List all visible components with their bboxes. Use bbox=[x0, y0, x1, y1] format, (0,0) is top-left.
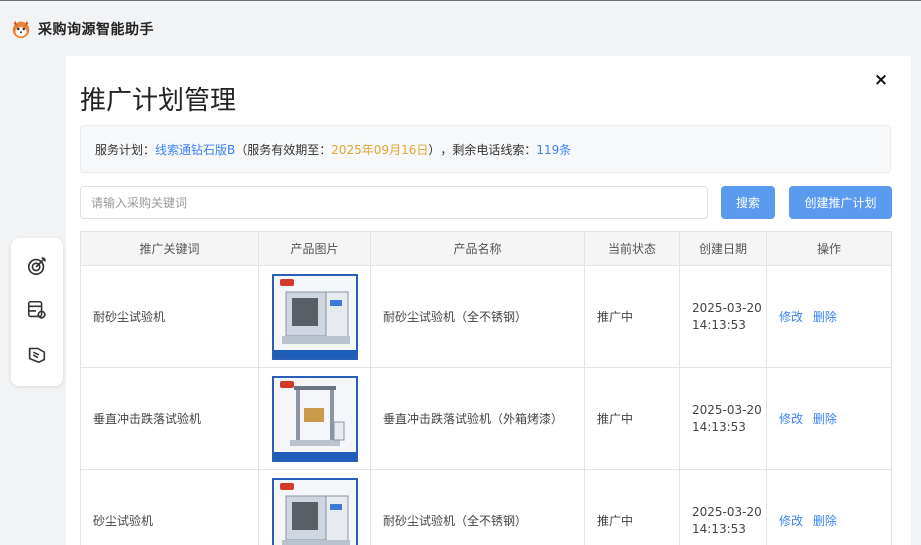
rail-target-button[interactable] bbox=[23, 252, 51, 280]
header-product-name: 产品名称 bbox=[370, 231, 585, 266]
keyword-cell: 垂直冲击跌落试验机 bbox=[80, 367, 259, 470]
service-plan-info: 服务计划： 线索通钻石版B （服务有效期至： 2025年09月16日 ） ，剩余… bbox=[80, 125, 891, 173]
date-text: 2025-03-20 bbox=[692, 300, 762, 315]
header-date: 创建日期 bbox=[679, 231, 767, 266]
time-text: 14:13:53 bbox=[692, 521, 746, 536]
image-cell bbox=[258, 265, 371, 368]
plan-name-link[interactable]: 线索通钻石版B bbox=[155, 141, 235, 158]
date-text: 2025-03-20 bbox=[692, 402, 762, 417]
drop-tester-image bbox=[273, 377, 356, 460]
status-cell: 推广中 bbox=[584, 469, 680, 545]
plan-label: 服务计划： bbox=[95, 142, 156, 157]
header-image: 产品图片 bbox=[258, 231, 371, 266]
table-row: 砂尘试验机 耐砂尘试验机（全不锈钢） 推广中 2025-03-20 14:13:… bbox=[80, 469, 892, 545]
app-logo-icon bbox=[12, 20, 30, 39]
keyword-cell: 耐砂尘试验机 bbox=[80, 265, 259, 368]
delete-link[interactable]: 删除 bbox=[813, 514, 837, 528]
product-name-cell: 垂直冲击跌落试验机（外箱烤漆） bbox=[370, 367, 585, 470]
delete-link[interactable]: 删除 bbox=[813, 310, 837, 324]
close-button[interactable]: × bbox=[871, 70, 891, 90]
table-row: 垂直冲击跌落试验机 垂直冲击跌落试验机（外箱烤漆） 推广中 2025-03-20… bbox=[80, 367, 892, 470]
remaining-label: ，剩余电话线索： bbox=[440, 142, 537, 157]
promotion-table: 推广关键词 产品图片 产品名称 当前状态 创建日期 操作 耐砂尘试验机 耐砂尘试… bbox=[80, 231, 892, 545]
image-cell bbox=[258, 469, 371, 545]
edit-link[interactable]: 修改 bbox=[779, 310, 803, 324]
actions-cell: 修改 删除 bbox=[766, 469, 892, 545]
product-image[interactable] bbox=[271, 477, 358, 545]
delete-link[interactable]: 删除 bbox=[813, 412, 837, 426]
validity-prefix: （服务有效期至： bbox=[235, 142, 332, 157]
handshake-icon bbox=[28, 347, 46, 364]
date-cell: 2025-03-20 14:13:53 bbox=[679, 265, 767, 368]
remaining-count: 119条 bbox=[536, 142, 572, 157]
actions-cell: 修改 删除 bbox=[766, 265, 892, 368]
product-name-cell: 耐砂尘试验机（全不锈钢） bbox=[370, 265, 585, 368]
page-title: 推广计划管理 bbox=[80, 86, 237, 116]
header-keyword: 推广关键词 bbox=[80, 231, 259, 266]
rail-handshake-button[interactable] bbox=[23, 340, 51, 368]
edit-link[interactable]: 修改 bbox=[779, 412, 803, 426]
product-name-cell: 耐砂尘试验机（全不锈钢） bbox=[370, 469, 585, 545]
top-bar: 采购询源智能助手 bbox=[0, 1, 921, 57]
rail-settings-button[interactable] bbox=[23, 296, 51, 324]
app-title: 采购询源智能助手 bbox=[38, 22, 154, 38]
header-actions: 操作 bbox=[766, 231, 892, 266]
search-button[interactable]: 搜索 bbox=[721, 186, 775, 219]
table-row: 耐砂尘试验机 耐砂尘试验机（全不锈钢） 推广中 2025-03-20 14:13… bbox=[80, 265, 892, 368]
product-image[interactable] bbox=[271, 273, 358, 360]
time-text: 14:13:53 bbox=[692, 419, 746, 434]
date-text: 2025-03-20 bbox=[692, 504, 762, 519]
status-cell: 推广中 bbox=[584, 265, 680, 368]
header-status: 当前状态 bbox=[584, 231, 680, 266]
search-input[interactable] bbox=[80, 186, 708, 219]
keyword-cell: 砂尘试验机 bbox=[80, 469, 259, 545]
validity-suffix: ） bbox=[428, 142, 441, 157]
image-cell bbox=[258, 367, 371, 470]
validity-date: 2025年09月16日 bbox=[331, 142, 429, 157]
edit-link[interactable]: 修改 bbox=[779, 514, 803, 528]
time-text: 14:13:53 bbox=[692, 317, 746, 332]
date-cell: 2025-03-20 14:13:53 bbox=[679, 367, 767, 470]
sand-dust-chamber-image bbox=[273, 275, 356, 358]
create-plan-button[interactable]: 创建推广计划 bbox=[789, 186, 892, 219]
side-rail bbox=[11, 238, 63, 386]
settings-database-icon bbox=[27, 300, 46, 319]
date-cell: 2025-03-20 14:13:53 bbox=[679, 469, 767, 545]
product-image[interactable] bbox=[271, 375, 358, 462]
promotion-plan-panel: × 推广计划管理 服务计划： 线索通钻石版B （服务有效期至： 2025年09月… bbox=[66, 56, 911, 545]
target-icon bbox=[27, 256, 47, 276]
status-cell: 推广中 bbox=[584, 367, 680, 470]
sand-dust-chamber-image bbox=[273, 479, 356, 545]
table-header-row: 推广关键词 产品图片 产品名称 当前状态 创建日期 操作 bbox=[80, 231, 892, 266]
actions-cell: 修改 删除 bbox=[766, 367, 892, 470]
